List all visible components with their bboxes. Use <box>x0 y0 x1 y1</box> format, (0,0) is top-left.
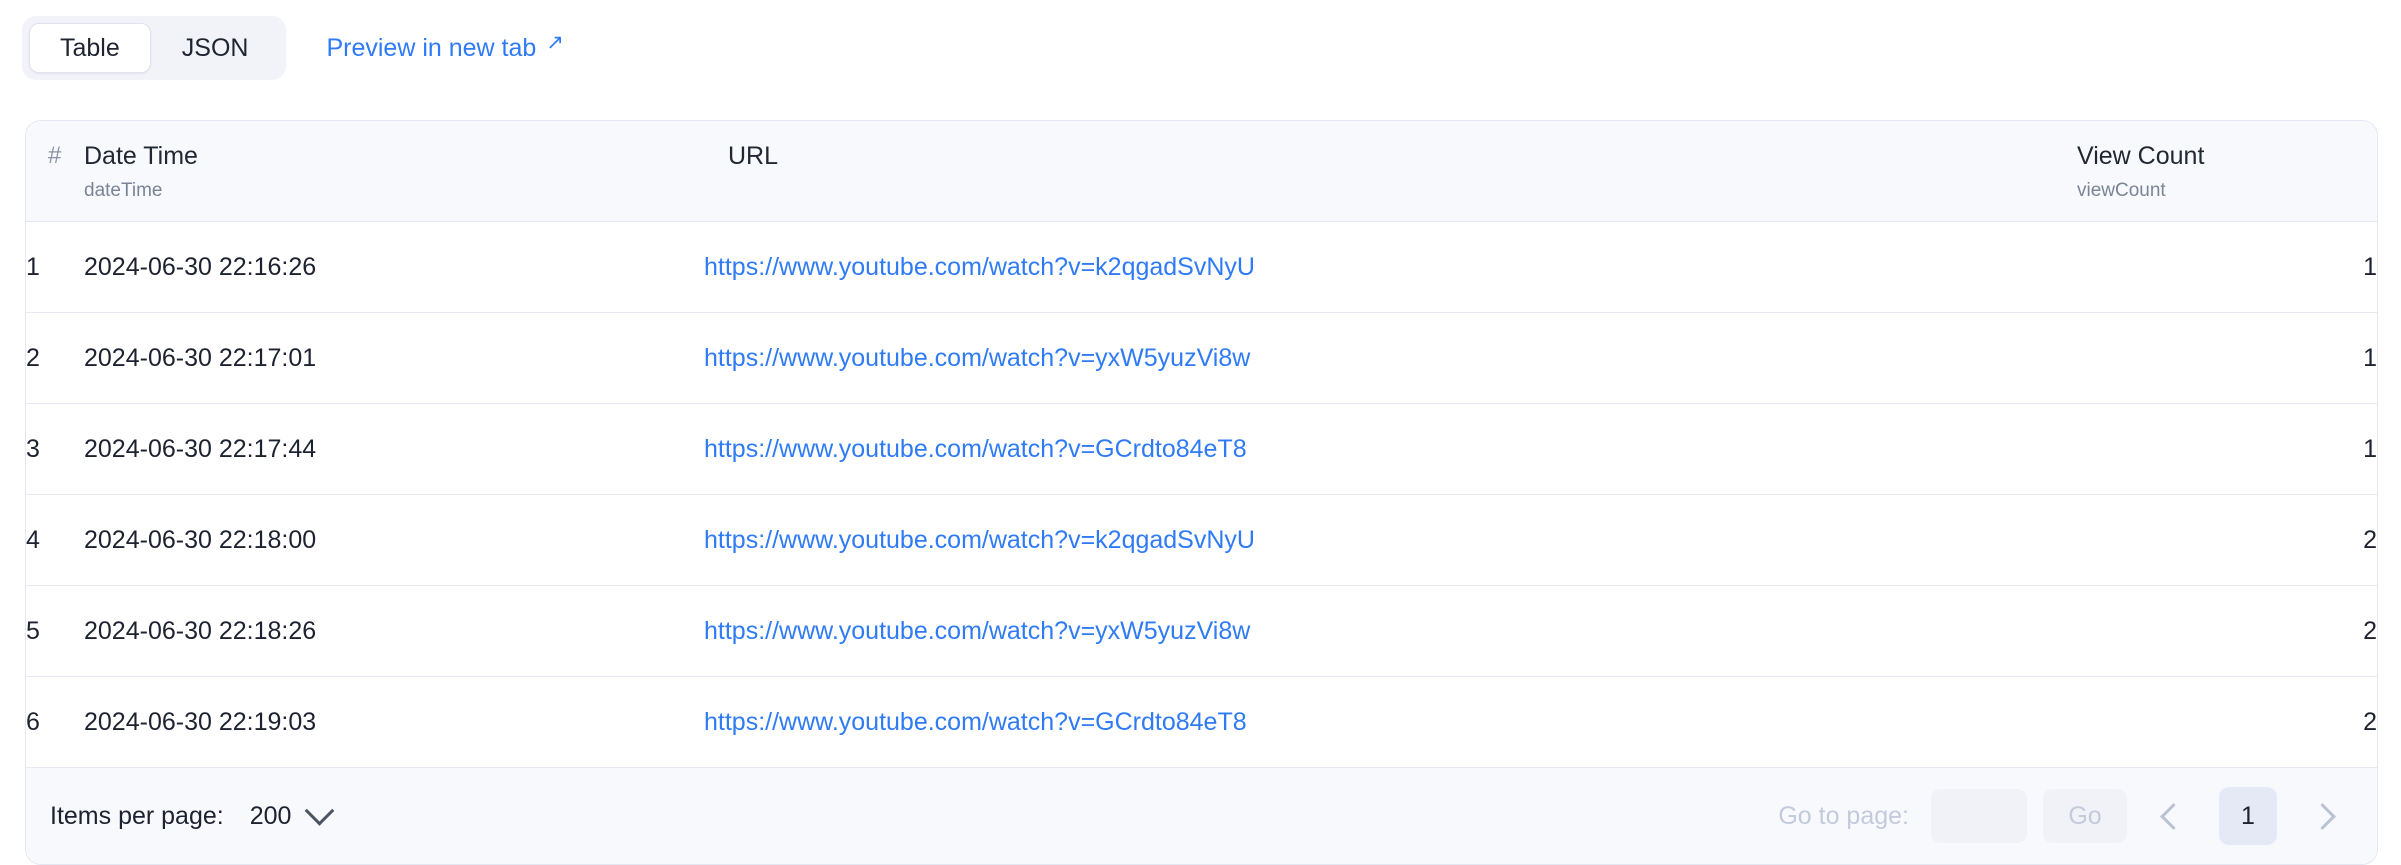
cell-view-count: 1 <box>2077 403 2377 496</box>
cell-date-time: 2024-06-30 22:17:01 <box>84 312 704 405</box>
preview-in-new-tab-link[interactable]: Preview in new tab ↗ <box>326 31 563 63</box>
url-link[interactable]: https://www.youtube.com/watch?v=yxW5yuzV… <box>704 617 1250 645</box>
row-index: 3 <box>26 403 84 496</box>
chevron-down-icon <box>305 795 335 826</box>
page-number-button[interactable]: 1 <box>2219 787 2277 846</box>
cell-view-count: 1 <box>2077 312 2377 405</box>
table-header: # Date Time dateTime URL View Count view… <box>26 121 2377 223</box>
row-index: 1 <box>26 221 84 314</box>
go-to-page-input[interactable] <box>1931 789 2027 844</box>
tab-json[interactable]: JSON <box>151 23 280 73</box>
url-link[interactable]: https://www.youtube.com/watch?v=yxW5yuzV… <box>704 344 1250 372</box>
url-link[interactable]: https://www.youtube.com/watch?v=k2qgadSv… <box>704 526 1255 554</box>
cell-url: https://www.youtube.com/watch?v=k2qgadSv… <box>704 494 2077 587</box>
cell-date-time: 2024-06-30 22:16:26 <box>84 221 704 314</box>
next-page-button[interactable] <box>2297 788 2353 844</box>
column-header-view-count[interactable]: View Count viewCount <box>2077 121 2377 223</box>
cell-date-time: 2024-06-30 22:18:26 <box>84 585 704 678</box>
cell-url: https://www.youtube.com/watch?v=GCrdto84… <box>704 403 2077 496</box>
table-row: 3 2024-06-30 22:17:44 https://www.youtub… <box>26 403 2377 496</box>
column-header-index[interactable]: # <box>26 121 84 223</box>
row-index: 4 <box>26 494 84 587</box>
cell-view-count: 2 <box>2077 585 2377 678</box>
table-row: 4 2024-06-30 22:18:00 https://www.youtub… <box>26 494 2377 587</box>
cell-url: https://www.youtube.com/watch?v=yxW5yuzV… <box>704 585 2077 678</box>
view-toolbar: Table JSON Preview in new tab ↗ <box>0 0 2401 80</box>
cell-url: https://www.youtube.com/watch?v=GCrdto84… <box>704 676 2077 769</box>
url-link[interactable]: https://www.youtube.com/watch?v=GCrdto84… <box>704 708 1247 736</box>
cell-date-time: 2024-06-30 22:18:00 <box>84 494 704 587</box>
cell-view-count: 1 <box>2077 221 2377 314</box>
table-row: 2 2024-06-30 22:17:01 https://www.youtub… <box>26 312 2377 405</box>
external-link-arrow-icon: ↗ <box>546 30 564 54</box>
table-row: 1 2024-06-30 22:16:26 https://www.youtub… <box>26 221 2377 314</box>
tab-table[interactable]: Table <box>29 23 151 73</box>
items-per-page-group: Items per page: 200 <box>50 795 335 831</box>
go-button[interactable]: Go <box>2043 789 2127 844</box>
items-per-page-select[interactable]: 200 <box>249 795 335 831</box>
cell-view-count: 2 <box>2077 676 2377 769</box>
row-index: 2 <box>26 312 84 405</box>
table-footer: Items per page: 200 Go to page: Go 1 <box>26 768 2377 865</box>
cell-date-time: 2024-06-30 22:17:44 <box>84 403 704 496</box>
previous-page-button[interactable] <box>2143 788 2199 844</box>
cell-url: https://www.youtube.com/watch?v=yxW5yuzV… <box>704 312 2077 405</box>
view-mode-segmented-control: Table JSON <box>22 16 287 80</box>
table-row: 5 2024-06-30 22:18:26 https://www.youtub… <box>26 585 2377 678</box>
url-link[interactable]: https://www.youtube.com/watch?v=GCrdto84… <box>704 435 1247 463</box>
table-header-row: # Date Time dateTime URL View Count view… <box>26 121 2377 223</box>
cell-date-time: 2024-06-30 22:19:03 <box>84 676 704 769</box>
chevron-right-icon <box>2309 802 2336 830</box>
go-to-page-label: Go to page: <box>1778 801 1909 830</box>
chevron-left-icon <box>2160 802 2187 830</box>
table-row: 6 2024-06-30 22:19:03 https://www.youtub… <box>26 676 2377 769</box>
items-per-page-value: 200 <box>249 801 292 830</box>
results-table: # Date Time dateTime URL View Count view… <box>26 121 2377 769</box>
cell-view-count: 2 <box>2077 494 2377 587</box>
column-header-url[interactable]: URL <box>704 121 2077 223</box>
url-link[interactable]: https://www.youtube.com/watch?v=k2qgadSv… <box>704 253 1255 281</box>
preview-in-new-tab-label: Preview in new tab <box>326 33 537 62</box>
results-table-card: # Date Time dateTime URL View Count view… <box>25 120 2378 865</box>
column-header-date-time[interactable]: Date Time dateTime <box>84 121 704 223</box>
row-index: 5 <box>26 585 84 678</box>
items-per-page-label: Items per page: <box>50 801 224 830</box>
row-index: 6 <box>26 676 84 769</box>
cell-url: https://www.youtube.com/watch?v=k2qgadSv… <box>704 221 2077 314</box>
pagination-controls: Go to page: Go 1 <box>1778 787 2353 846</box>
table-body: 1 2024-06-30 22:16:26 https://www.youtub… <box>26 221 2377 769</box>
